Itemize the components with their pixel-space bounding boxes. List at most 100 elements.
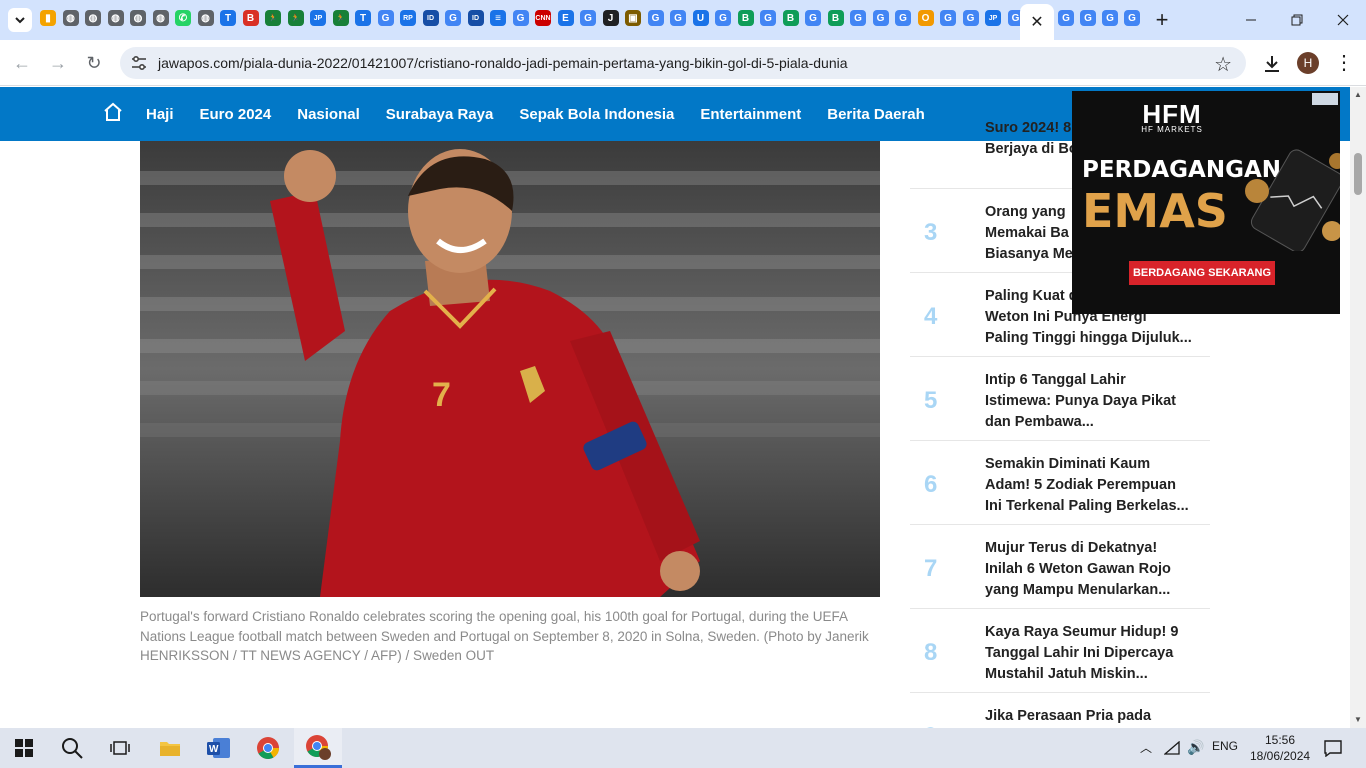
nav-item-entertainment[interactable]: Entertainment	[700, 106, 801, 123]
task-view-button[interactable]	[96, 728, 144, 768]
globe-icon[interactable]: ◍	[130, 10, 146, 26]
download-icon[interactable]	[1260, 52, 1284, 76]
globe-icon[interactable]: ◍	[197, 10, 214, 26]
site-icon[interactable]: U	[692, 10, 709, 26]
scroll-down-icon[interactable]: ▼	[1350, 712, 1366, 728]
nav-item-euro-2024[interactable]: Euro 2024	[200, 106, 272, 123]
popular-item[interactable]: 7 Mujur Terus di Dekatnya! Inilah 6 Weton…	[910, 525, 1210, 609]
wifi-icon[interactable]	[1164, 741, 1180, 755]
google-icon[interactable]: G	[580, 10, 596, 26]
google-icon[interactable]: G	[377, 10, 394, 26]
globe-icon[interactable]: ◍	[152, 10, 169, 26]
reload-button[interactable]: ↻	[81, 50, 107, 76]
google-icon[interactable]: G	[760, 10, 776, 26]
runner-icon[interactable]: 🏃	[332, 10, 349, 26]
tray-overflow-icon[interactable]: ︿	[1140, 739, 1152, 756]
popular-item[interactable]: 6 Semakin Diminati Kaum Adam! 5 Zodiak Pe…	[910, 441, 1210, 525]
site-icon[interactable]: J	[602, 10, 619, 26]
language-indicator[interactable]: ENG	[1212, 739, 1238, 753]
nav-item-haji[interactable]: Haji	[146, 106, 174, 123]
google-icon[interactable]: G	[872, 10, 889, 26]
bookmark-star-icon[interactable]: ☆	[1214, 52, 1232, 77]
globe-icon[interactable]: ◍	[62, 10, 79, 26]
popular-title[interactable]: Kaya Raya Seumur Hidup! 9 Tanggal Lahir …	[985, 622, 1200, 685]
back-button[interactable]: ←	[9, 50, 35, 76]
site-icon[interactable]: B	[242, 10, 259, 26]
globe-icon[interactable]: ◍	[85, 10, 101, 26]
google-icon[interactable]: G	[1124, 10, 1140, 26]
tab-search-button[interactable]	[8, 8, 32, 32]
popular-item[interactable]: 9Jika Perasaan Pria pada	[910, 693, 1210, 728]
sheets-icon[interactable]: ▮	[40, 10, 56, 26]
docs-icon[interactable]: ≡	[490, 10, 506, 26]
site-icon[interactable]: E	[557, 10, 574, 26]
google-icon[interactable]: G	[1080, 10, 1096, 26]
google-icon[interactable]: G	[962, 10, 979, 26]
nav-item-sepak-bola-indonesia[interactable]: Sepak Bola Indonesia	[519, 106, 674, 123]
globe-icon[interactable]: ◍	[107, 10, 124, 26]
chrome-profile-button[interactable]	[294, 728, 342, 768]
chrome-button[interactable]	[244, 728, 292, 768]
google-icon[interactable]: G	[647, 10, 664, 26]
site-icon[interactable]: ID	[467, 10, 484, 26]
address-bar[interactable]: jawapos.com/piala-dunia-2022/01421007/cr…	[120, 47, 1246, 79]
google-icon[interactable]: G	[670, 10, 686, 26]
minimize-button[interactable]	[1228, 0, 1274, 40]
site-icon[interactable]: O	[917, 10, 934, 26]
google-icon[interactable]: G	[1058, 10, 1074, 26]
new-tab-button[interactable]: +	[1150, 7, 1174, 32]
word-button[interactable]: W	[195, 728, 243, 768]
system-clock[interactable]: 15:56 18/06/2024	[1250, 732, 1310, 764]
google-icon[interactable]: G	[512, 10, 529, 26]
runner-icon[interactable]: 🏃	[265, 10, 281, 26]
profile-avatar[interactable]: H	[1297, 52, 1319, 74]
site-icon[interactable]: B	[827, 10, 844, 26]
site-icon[interactable]: T	[355, 10, 371, 26]
site-icon[interactable]: ▣	[625, 10, 641, 26]
google-icon[interactable]: G	[715, 10, 731, 26]
close-tab-icon[interactable]: ✕	[1030, 12, 1043, 32]
whatsapp-icon[interactable]: ✆	[175, 10, 191, 26]
google-icon[interactable]: G	[1102, 10, 1118, 26]
browser-menu-button[interactable]: ⋮	[1334, 50, 1354, 76]
site-icon[interactable]: T	[220, 10, 236, 26]
popular-title[interactable]: Jika Perasaan Pria pada	[985, 706, 1200, 727]
google-icon[interactable]: G	[805, 10, 821, 26]
forward-button[interactable]: →	[45, 50, 71, 76]
scroll-thumb[interactable]	[1354, 153, 1362, 195]
runner-icon[interactable]: 🏃	[287, 10, 304, 26]
jp-icon[interactable]: JP	[985, 10, 1001, 26]
notification-icon[interactable]	[1324, 739, 1342, 757]
scroll-up-icon[interactable]: ▲	[1350, 87, 1366, 103]
rp-icon[interactable]: RP	[400, 10, 416, 26]
start-button[interactable]	[0, 728, 48, 768]
url-text[interactable]: jawapos.com/piala-dunia-2022/01421007/cr…	[158, 55, 848, 71]
site-icon[interactable]: ID	[422, 10, 439, 26]
popular-item[interactable]: 5 Intip 6 Tanggal Lahir Istimewa: Punya D…	[910, 357, 1210, 441]
popular-title[interactable]: Mujur Terus di Dekatnya! Inilah 6 Weton …	[985, 538, 1200, 601]
site-icon[interactable]: B	[737, 10, 754, 26]
close-window-button[interactable]	[1320, 0, 1366, 40]
ad-close-icon[interactable]	[1312, 93, 1338, 105]
popular-title[interactable]: Semakin Diminati Kaum Adam! 5 Zodiak Per…	[985, 454, 1200, 517]
google-icon[interactable]: G	[895, 10, 911, 26]
file-explorer-button[interactable]	[146, 728, 194, 768]
google-icon[interactable]: G	[940, 10, 956, 26]
cnn-icon[interactable]: CNN	[535, 10, 551, 26]
taskbar-search-button[interactable]	[48, 728, 96, 768]
popular-title[interactable]: Intip 6 Tanggal Lahir Istimewa: Punya Da…	[985, 370, 1200, 433]
site-icon[interactable]: B	[782, 10, 799, 26]
home-icon[interactable]	[102, 101, 124, 123]
popular-item[interactable]: 8 Kaya Raya Seumur Hidup! 9 Tanggal Lahir…	[910, 609, 1210, 693]
google-icon[interactable]: G	[445, 10, 461, 26]
site-info-icon[interactable]	[130, 54, 148, 72]
advertisement-banner[interactable]: HFM HF MARKETS PERDAGANGAN EMAS BERDAGAN…	[1072, 91, 1340, 314]
nav-item-surabaya-raya[interactable]: Surabaya Raya	[386, 106, 494, 123]
jp-icon[interactable]: JP	[310, 10, 326, 26]
nav-item-nasional[interactable]: Nasional	[297, 106, 360, 123]
google-icon[interactable]: G	[850, 10, 866, 26]
volume-icon[interactable]: 🔊	[1187, 739, 1204, 756]
ad-cta-button[interactable]: BERDAGANG SEKARANG	[1129, 261, 1275, 285]
active-tab[interactable]: ✕	[1020, 4, 1054, 40]
page-scrollbar[interactable]: ▲ ▼	[1350, 87, 1366, 728]
